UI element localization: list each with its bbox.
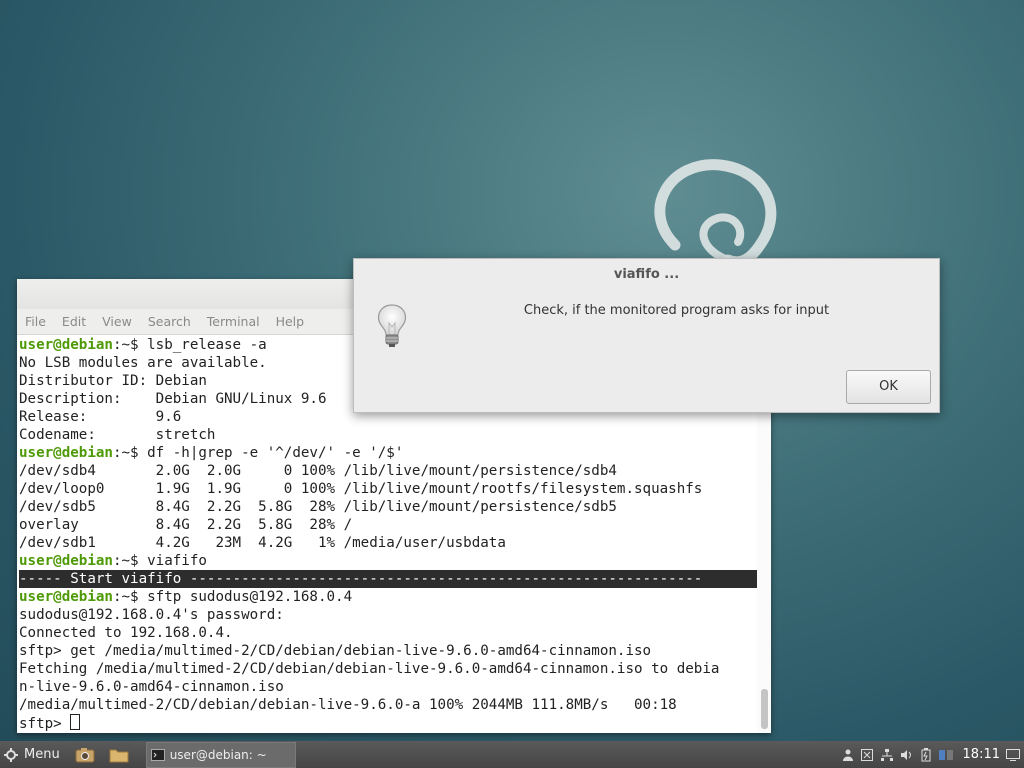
- folder-icon: [109, 749, 129, 762]
- terminal-line: overlay 8.4G 2.2G 5.8G 28% /: [19, 516, 757, 534]
- terminal-line: sftp> get /media/multimed-2/CD/debian/de…: [19, 642, 757, 660]
- battery-icon[interactable]: [921, 747, 931, 762]
- terminal-line: user@debian:~$ df -h|grep -e '^/dev/' -e…: [19, 444, 757, 462]
- terminal-line: /media/multimed-2/CD/debian/debian-live-…: [19, 696, 757, 714]
- viafifo-dialog: viafifo ... Check, if the monitored prog…: [353, 258, 940, 413]
- prompt-user: user@debian: [19, 589, 113, 605]
- camera-icon: [75, 747, 95, 762]
- menu-label: Menu: [24, 747, 60, 762]
- task-label: user@debian: ~: [169, 747, 267, 762]
- terminal-line: sftp>: [19, 714, 757, 732]
- terminal-line-text: :~$ viafifo: [112, 553, 207, 569]
- terminal-icon: [150, 748, 165, 761]
- network-icon[interactable]: [880, 748, 893, 761]
- launcher-screenshot[interactable]: [74, 745, 96, 765]
- terminal-line-text: :~$ sftp sudodus@192.168.0.4: [112, 589, 353, 605]
- launcher-files[interactable]: [108, 745, 130, 765]
- terminal-line-text: :~$ lsb_release -a: [112, 337, 267, 353]
- terminal-line-text: No LSB modules are available.: [19, 355, 267, 371]
- menu-search[interactable]: Search: [148, 314, 191, 329]
- terminal-line: /dev/sdb5 8.4G 2.2G 5.8G 28% /lib/live/m…: [19, 498, 757, 516]
- terminal-line: /dev/sdb4 2.0G 2.0G 0 100% /lib/live/mou…: [19, 462, 757, 480]
- terminal-line-text: /dev/sdb1 4.2G 23M 4.2G 1% /media/user/u…: [19, 535, 506, 551]
- terminal-line-text: /dev/loop0 1.9G 1.9G 0 100% /lib/live/mo…: [19, 481, 703, 497]
- terminal-line: Connected to 192.168.0.4.: [19, 624, 757, 642]
- taskbar-terminal-window[interactable]: user@debian: ~: [145, 741, 296, 768]
- menu-terminal[interactable]: Terminal: [207, 314, 260, 329]
- terminal-line-text: /dev/sdb4 2.0G 2.0G 0 100% /lib/live/mou…: [19, 463, 617, 479]
- terminal-line-text: /media/multimed-2/CD/debian/debian-live-…: [19, 697, 677, 713]
- terminal-highlight-line: ----- Start viafifo --------------------…: [19, 570, 757, 588]
- prompt-user: user@debian: [19, 445, 113, 461]
- keyboard-icon[interactable]: [860, 748, 873, 761]
- terminal-line-text: ----- Start viafifo --------------------…: [19, 571, 703, 587]
- terminal-line-text: sudodus@192.168.0.4's password:: [19, 607, 293, 623]
- terminal-line-text: Release: 9.6: [19, 409, 182, 425]
- terminal-line-text: Codename: stretch: [19, 427, 216, 443]
- menu-button[interactable]: Menu: [4, 747, 60, 762]
- dialog-message: Check, if the monitored program asks for…: [523, 303, 830, 318]
- menu-file[interactable]: File: [25, 314, 46, 329]
- system-tray: 18:11: [835, 741, 1020, 768]
- prompt-user: user@debian: [19, 553, 113, 569]
- terminal-line: /dev/loop0 1.9G 1.9G 0 100% /lib/live/mo…: [19, 480, 757, 498]
- terminal-line-text: overlay 8.4G 2.2G 5.8G 28% /: [19, 517, 353, 533]
- terminal-line: Codename: stretch: [19, 426, 757, 444]
- terminal-line-text: Distributor ID: Debian: [19, 373, 207, 389]
- terminal-line-text: /dev/sdb5 8.4G 2.2G 5.8G 28% /lib/live/m…: [19, 499, 617, 515]
- dialog-title: viafifo ...: [613, 267, 680, 282]
- terminal-line-text: :~$ df -h|grep -e '^/dev/' -e '/$': [112, 445, 404, 461]
- menu-help[interactable]: Help: [276, 314, 305, 329]
- workspace-switcher-icon[interactable]: [938, 749, 953, 760]
- show-desktop-icon[interactable]: [1006, 748, 1020, 761]
- terminal-line: user@debian:~$ viafifo: [19, 552, 757, 570]
- terminal-line-text: Description: Debian GNU/Linux 9.6: [19, 391, 327, 407]
- terminal-cursor: [70, 714, 81, 730]
- terminal-line: n-live-9.6.0-amd64-cinnamon.iso: [19, 678, 757, 696]
- terminal-line: user@debian:~$ sftp sudodus@192.168.0.4: [19, 588, 757, 606]
- terminal-line: /dev/sdb1 4.2G 23M 4.2G 1% /media/user/u…: [19, 534, 757, 552]
- clock[interactable]: 18:11: [963, 747, 1000, 762]
- prompt-user: user@debian: [19, 337, 113, 353]
- volume-icon[interactable]: [900, 749, 913, 761]
- gear-icon: [4, 747, 18, 762]
- terminal-line-text: Connected to 192.168.0.4.: [19, 625, 233, 641]
- scrollbar-thumb[interactable]: [761, 689, 768, 729]
- terminal-line-text: n-live-9.6.0-amd64-cinnamon.iso: [19, 679, 284, 695]
- user-icon[interactable]: [842, 749, 853, 761]
- terminal-line-text: sftp>: [19, 716, 71, 732]
- terminal-line-text: sftp> get /media/multimed-2/CD/debian/de…: [19, 643, 652, 659]
- menu-edit[interactable]: Edit: [62, 314, 86, 329]
- menu-view[interactable]: View: [102, 314, 132, 329]
- terminal-line: Fetching /media/multimed-2/CD/debian/deb…: [19, 660, 757, 678]
- ok-button[interactable]: OK: [846, 370, 931, 404]
- taskbar: Menu user@debian: ~ 18:11: [0, 741, 1024, 768]
- terminal-line: sudodus@192.168.0.4's password:: [19, 606, 757, 624]
- terminal-line-text: Fetching /media/multimed-2/CD/debian/deb…: [19, 661, 720, 677]
